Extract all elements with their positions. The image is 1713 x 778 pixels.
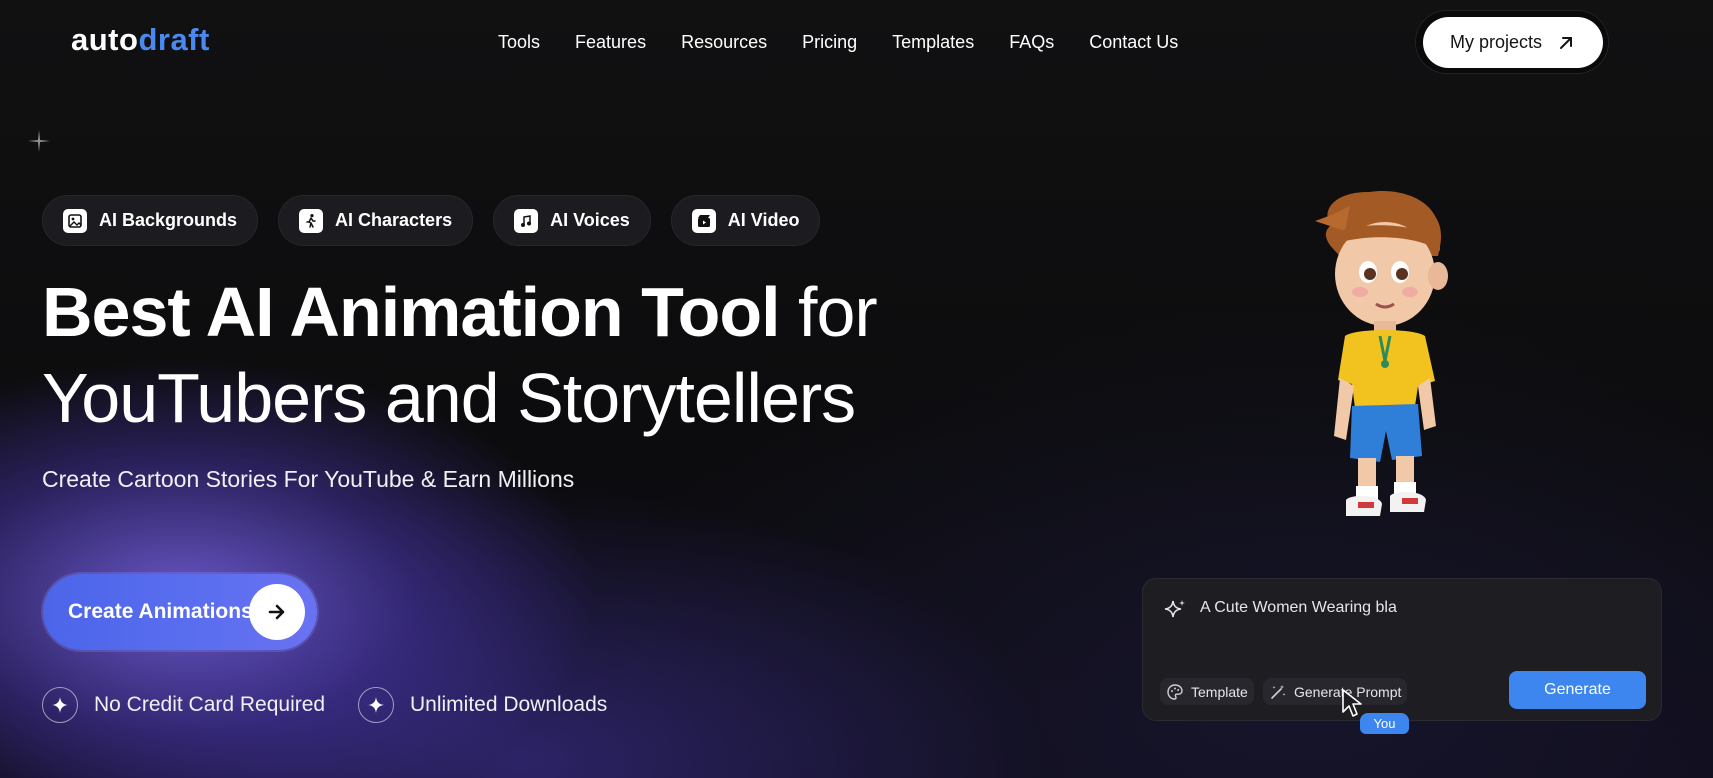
nav-pricing[interactable]: Pricing	[802, 32, 857, 53]
sparkle-icon	[42, 687, 78, 723]
cursor-user-tag: You	[1360, 713, 1409, 734]
magic-wand-icon	[1271, 684, 1286, 699]
headline-line-1: Best AI Animation Tool for	[42, 270, 878, 354]
pill-label: AI Video	[727, 210, 800, 230]
video-clapper-icon	[691, 208, 716, 233]
cartoon-boy-illustration	[1315, 191, 1448, 516]
top-navigation: autodraft Tools Features Resources Prici…	[0, 0, 1713, 86]
autodraft-logo[interactable]: autodraft	[71, 22, 210, 58]
pill-label: AI Voices	[550, 210, 630, 230]
arrow-right-icon	[249, 584, 305, 640]
headline-line-2: YouTubers and Storytellers	[42, 359, 856, 437]
logo-text-draft: draft	[138, 22, 210, 57]
nav-tools[interactable]: Tools	[498, 32, 540, 53]
nav-templates[interactable]: Templates	[892, 32, 974, 53]
pill-ai-voices[interactable]: AI Voices	[493, 195, 651, 246]
nav-resources[interactable]: Resources	[681, 32, 767, 53]
nav-faqs[interactable]: FAQs	[1009, 32, 1054, 53]
nav-features[interactable]: Features	[575, 32, 646, 53]
create-animations-button[interactable]: Create Animations	[43, 574, 317, 650]
arrow-up-right-icon	[1560, 36, 1573, 49]
image-icon	[63, 208, 87, 233]
create-animations-label: Create Animations	[68, 600, 253, 623]
ai-sparkle-icon	[1164, 600, 1185, 618]
feature-label: Unlimited Downloads	[410, 693, 608, 716]
pill-ai-backgrounds[interactable]: AI Backgrounds	[42, 195, 259, 246]
palette-icon	[1167, 683, 1183, 700]
my-projects-label: My projects	[1449, 32, 1543, 52]
prompt-card: A Cute Women Wearing bla Template Genera…	[1142, 578, 1662, 721]
feature-pills: AI Backgrounds AI Characters AI Voices A…	[42, 195, 840, 246]
pill-ai-characters[interactable]: AI Characters	[278, 195, 474, 246]
pill-label: AI Characters	[335, 210, 453, 230]
pill-ai-video[interactable]: AI Video	[670, 195, 821, 246]
logo-text-auto: auto	[71, 22, 139, 57]
nav-contact-us[interactable]: Contact Us	[1089, 32, 1178, 53]
my-projects-button[interactable]: My projects	[1423, 17, 1603, 68]
headline-bold: Best AI Animation Tool	[42, 273, 781, 351]
pill-label: AI Backgrounds	[99, 210, 238, 230]
hero-headline: Best AI Animation Tool for YouTubers and…	[42, 270, 878, 442]
main-menu: Tools Features Resources Pricing Templat…	[498, 32, 1213, 53]
feature-unlimited-downloads: Unlimited Downloads	[358, 687, 607, 723]
feature-no-credit-card: No Credit Card Required	[42, 687, 325, 723]
template-label: Template	[1191, 683, 1248, 700]
template-button[interactable]: Template	[1160, 678, 1254, 705]
headline-thin: for	[779, 273, 878, 351]
my-projects-wrapper: My projects	[1415, 10, 1609, 74]
hero-subtitle: Create Cartoon Stories For YouTube & Ear…	[42, 466, 575, 492]
decorative-sparkle-icon	[28, 130, 50, 152]
generate-prompt-button[interactable]: Generate Prompt	[1263, 678, 1408, 705]
music-note-icon	[514, 208, 539, 233]
feature-label: No Credit Card Required	[94, 693, 326, 716]
walking-figure-icon	[299, 208, 324, 233]
prompt-input[interactable]: A Cute Women Wearing bla	[1200, 599, 1397, 617]
generate-button[interactable]: Generate	[1509, 671, 1646, 709]
sparkle-icon	[358, 687, 394, 723]
